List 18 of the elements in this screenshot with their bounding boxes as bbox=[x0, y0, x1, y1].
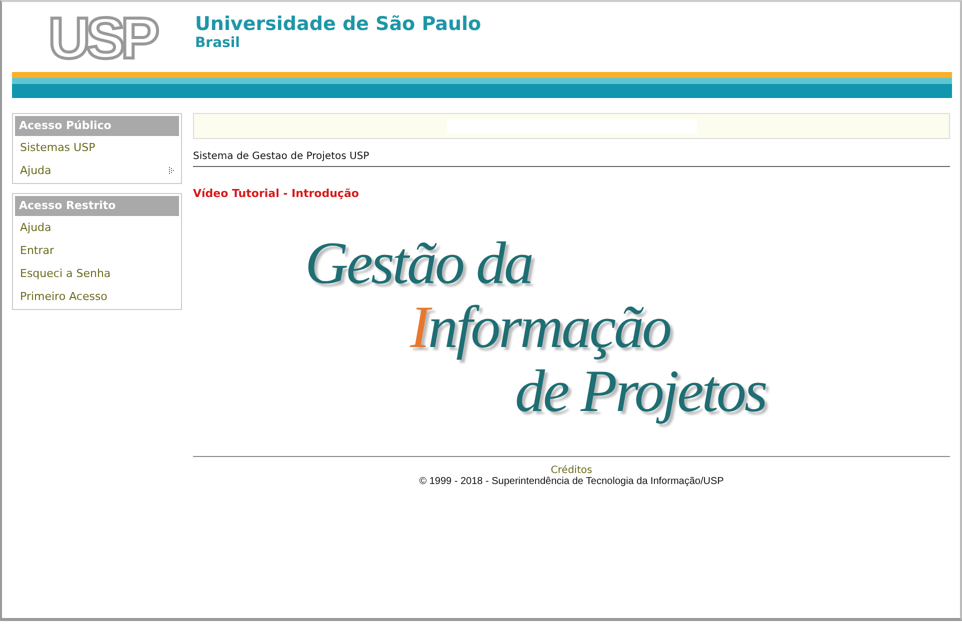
credits-link[interactable]: Créditos bbox=[550, 465, 592, 476]
copyright-text: © 1999 - 2018 - Superintendência de Tecnologia da Informação/USP bbox=[419, 476, 724, 487]
menu-link[interactable]: Sistemas USP bbox=[20, 141, 96, 154]
menu-link[interactable]: Esqueci a Senha bbox=[20, 267, 111, 280]
system-name: Sistema de Gestao de Projetos USP bbox=[193, 151, 370, 162]
banner-title-line: de Projetos bbox=[515, 359, 766, 423]
banner-title-line: Gestão da bbox=[305, 231, 532, 295]
menu-link[interactable]: Ajuda bbox=[20, 221, 52, 234]
menu-link[interactable]: Primeiro Acesso bbox=[20, 290, 108, 303]
usp-logo: USP bbox=[40, 11, 164, 63]
university-title: Universidade de São Paulo bbox=[195, 13, 482, 35]
menu-heading: Acesso Público bbox=[15, 116, 179, 136]
menu-link[interactable]: Ajuda bbox=[20, 164, 52, 177]
video-tutorial-link[interactable]: Vídeo Tutorial - Introdução bbox=[193, 187, 359, 200]
banner-title-line: Informação bbox=[410, 295, 670, 359]
menu-link[interactable]: Entrar bbox=[20, 244, 54, 257]
country-subtitle: Brasil bbox=[195, 35, 241, 51]
menu-heading: Acesso Restrito bbox=[15, 196, 179, 216]
